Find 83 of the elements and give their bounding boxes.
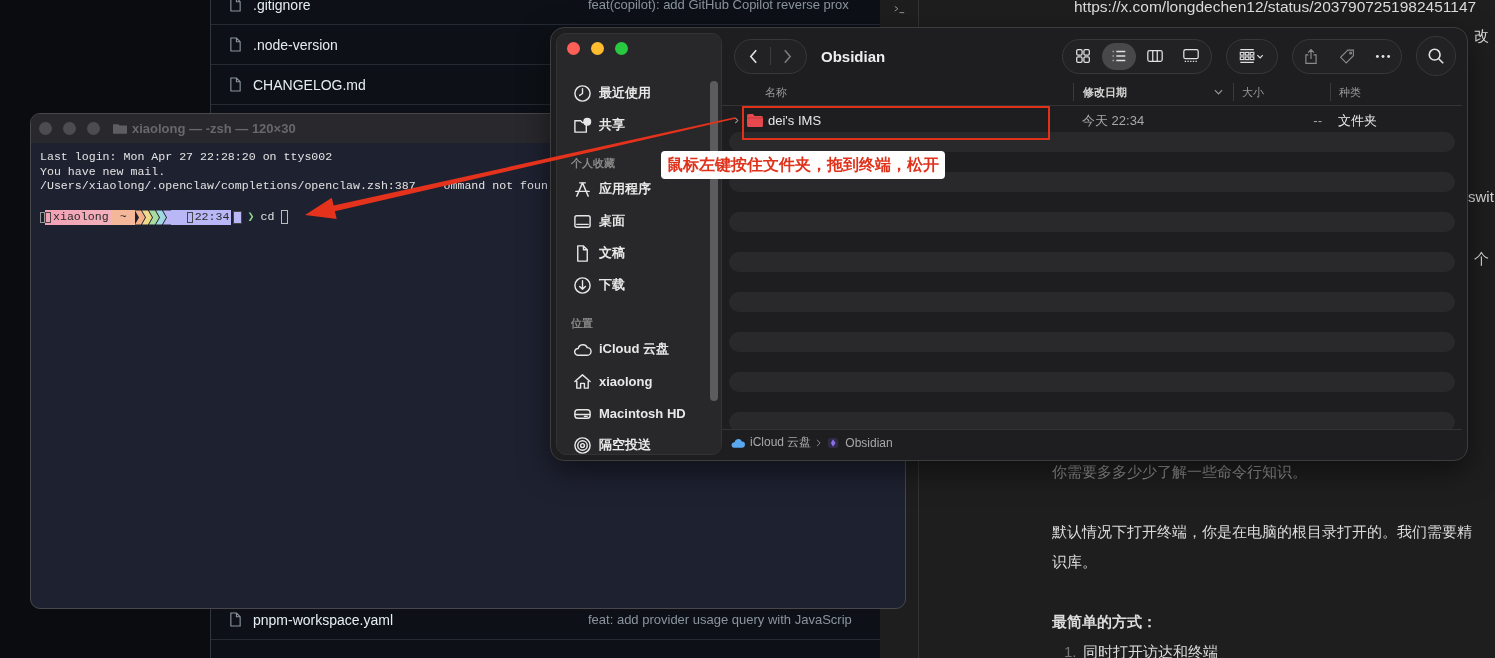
download-icon [573, 275, 592, 295]
terminal-line: Last login: Mon Apr 27 22:28:20 on ttys002 [40, 150, 333, 165]
file-name: dei's IMS [768, 113, 822, 128]
sidebar-item[interactable]: 文稿 [557, 237, 721, 269]
file-kind: 文件夹 [1338, 111, 1377, 130]
prompt-symbol: ❯ [247, 209, 255, 225]
note-text: swit [1468, 188, 1494, 205]
share-icon[interactable] [1303, 47, 1319, 65]
window-title: xiaolong — -zsh — 120×30 [132, 121, 296, 136]
note-text: 个 [1474, 250, 1489, 269]
section-heading: 位置 [571, 317, 593, 329]
file-icon [229, 0, 242, 12]
home-icon [573, 371, 592, 391]
window-title: Obsidian [821, 47, 886, 65]
chevron-icon [816, 438, 822, 447]
clock-icon [573, 83, 592, 103]
file-icon [229, 612, 242, 627]
more-icon[interactable] [1375, 53, 1391, 59]
file-size: -- [1313, 113, 1322, 128]
sidebar-item[interactable]: 共享 [557, 109, 721, 141]
sidebar-item[interactable]: Macintosh HD [557, 397, 721, 429]
file-name[interactable]: CHANGELOG.md [253, 76, 366, 93]
cloud-icon [731, 437, 745, 448]
column-header[interactable]: 种类 [1330, 83, 1450, 101]
prompt-user: xiaolong [45, 209, 112, 225]
list-number: 1. [1064, 642, 1077, 658]
minimize-button[interactable] [591, 41, 604, 55]
forward-icon[interactable] [783, 48, 792, 64]
file-icon [229, 37, 242, 52]
search-button[interactable] [1416, 36, 1456, 76]
note-text: 改 [1474, 27, 1489, 46]
chevron-stripes-drawing [134, 209, 171, 225]
grid-icon [1074, 47, 1092, 65]
missing-glyph-icon [40, 211, 45, 223]
zoom-button[interactable] [615, 41, 628, 55]
back-icon[interactable] [749, 48, 758, 64]
text-cursor [281, 210, 289, 224]
file-icon [229, 77, 242, 92]
tag-icon[interactable] [1339, 47, 1355, 65]
gallery-icon [1182, 47, 1200, 65]
note-paragraph: 你需要多多少少了解一些命令行知识。 [1052, 462, 1307, 482]
file-name[interactable]: pnpm-workspace.yaml [253, 611, 394, 628]
close-button[interactable] [567, 41, 580, 55]
list-view-button[interactable] [1102, 42, 1136, 70]
file-name[interactable]: .gitignore [253, 0, 311, 13]
file-row[interactable]: dei's IMS 今天 22:34 -- 文件夹 [729, 109, 1455, 132]
note-paragraph: 识库。 [1052, 552, 1097, 572]
app-icon [826, 437, 841, 448]
path-item[interactable]: Obsidian [845, 435, 893, 450]
missing-glyph-icon [233, 210, 243, 224]
disclosure-icon[interactable] [733, 117, 740, 124]
column-header[interactable]: 修改日期 [1073, 83, 1233, 101]
note-paragraph: 默认情况下打开终端，你是在电脑的根目录打开的。我们需要精 [1052, 522, 1472, 542]
sidebar-item[interactable]: 隔空投送 [557, 429, 721, 454]
link-text[interactable]: https://x.com/longdechen12/status/2037907251982451147 [1074, 0, 1477, 16]
columns-icon [1146, 47, 1164, 65]
column-header[interactable]: 名称 [722, 83, 1073, 101]
terminal-icon[interactable] [893, 5, 905, 14]
sidebar-item[interactable]: xiaolong [557, 365, 721, 397]
applications-icon [573, 179, 592, 199]
section-heading: 个人收藏 [571, 157, 615, 169]
prompt-directory: ~ [111, 209, 135, 225]
sidebar-item[interactable]: iCloud 云盘 [557, 333, 721, 365]
airdrop-icon [573, 435, 592, 454]
folder-icon [113, 123, 127, 134]
shared-folder-icon [573, 115, 592, 135]
command-text: cd [260, 209, 275, 225]
note-heading: 最简单的方式： [1052, 612, 1157, 632]
terminal-line: /Users/xiaolong/.openclaw/completions/openclaw.zsh:387 [40, 179, 416, 194]
path-item[interactable]: iCloud 云盘 [750, 434, 812, 451]
sidebar-item[interactable]: 最近使用 [557, 77, 721, 109]
annotation-callout: 鼠标左键按住文件夹，拖到终端，松开 [661, 151, 945, 179]
sidebar-item[interactable]: 下载 [557, 269, 721, 301]
search-icon [1427, 47, 1445, 65]
terminal-line: You have new mail. [40, 164, 166, 179]
sidebar-item[interactable]: 桌面 [557, 205, 721, 237]
commit-message[interactable]: feat: add provider usage query with JavaScrip [588, 612, 852, 627]
column-header[interactable]: 大小 [1233, 83, 1330, 101]
file-name[interactable]: .node-version [253, 36, 338, 53]
modified-date: 今天 22:34 [1082, 111, 1145, 130]
group-button[interactable] [1226, 38, 1278, 74]
folder-icon [747, 114, 763, 127]
commit-message[interactable]: feat(copilot): add GitHub Copilot reverse prox [588, 0, 849, 12]
